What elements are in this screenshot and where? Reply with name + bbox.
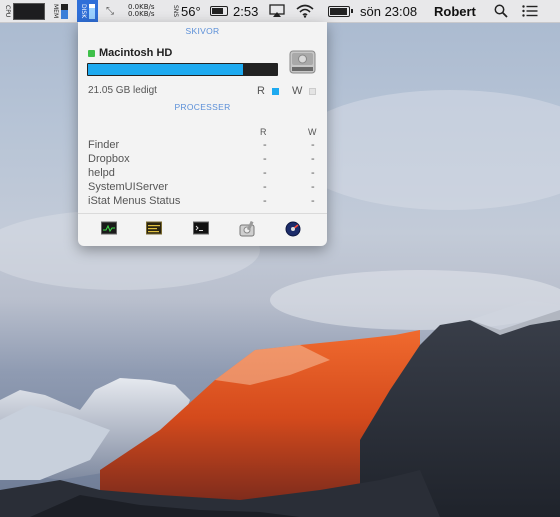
process-row: helpd - -	[88, 167, 318, 180]
disk-write-label: W	[292, 85, 303, 97]
disk-status-dot	[88, 50, 95, 57]
process-write: -	[311, 195, 315, 207]
list-icon[interactable]	[522, 0, 538, 22]
disk-bar-icon	[89, 3, 95, 19]
process-row: iStat Menus Status - -	[88, 195, 318, 208]
cpu-label: CPU	[4, 4, 11, 18]
disk-usage-fill	[88, 64, 243, 75]
memory-menu-item[interactable]: MEM	[52, 0, 68, 22]
sensors-label: SNS	[172, 4, 179, 18]
network-download-rate: 0.0KB/s	[128, 10, 155, 18]
battery-small-icon	[210, 6, 228, 16]
process-write: -	[311, 167, 315, 179]
process-read: -	[263, 139, 267, 151]
network-menu-item[interactable]: ⤡ 0.0KB/s 0.0KB/s	[106, 0, 155, 22]
battery-time: 2:53	[233, 3, 259, 19]
terminal-icon[interactable]	[193, 221, 209, 235]
disk-name: Macintosh HD	[99, 47, 173, 59]
cpu-menu-item[interactable]: CPU	[4, 0, 45, 22]
process-row: Finder - -	[88, 139, 318, 152]
user-menu-item[interactable]: Robert	[434, 0, 476, 22]
cpu-graph-icon	[13, 2, 45, 20]
column-header-r: R	[260, 127, 267, 137]
desktop-wallpaper: CPU MEM DISK ⤡ 0.0KB/s 0.0KB/s SNS 56° 2…	[0, 0, 560, 517]
disk-usage-bar	[87, 63, 278, 76]
process-read: -	[263, 195, 267, 207]
process-read: -	[263, 167, 267, 179]
process-write: -	[311, 139, 315, 151]
process-name: SystemUIServer	[88, 181, 169, 193]
disk-menu-item[interactable]: DISK	[77, 0, 98, 22]
temperature-value: 56°	[181, 3, 201, 19]
sensors-menu-item[interactable]: SNS 56°	[172, 0, 201, 22]
disk-read-label: R	[257, 85, 265, 97]
disk-free-space: 21.05 GB ledigt	[88, 85, 157, 96]
activity-monitor-icon[interactable]	[101, 221, 117, 235]
wifi-icon[interactable]	[296, 0, 314, 22]
network-arrows-icon: ⤡	[106, 5, 114, 17]
clock-text: sön 23:08	[360, 3, 418, 19]
clock-menu-item[interactable]: sön 23:08	[360, 0, 417, 22]
disk-write-indicator	[309, 88, 316, 95]
process-write: -	[311, 181, 315, 193]
disk-dropdown-panel: SKIVOR Macintosh HD 21.05 GB ledigt R W …	[78, 22, 327, 246]
disk-utility-icon[interactable]	[239, 220, 255, 237]
battery-icon[interactable]	[328, 0, 353, 22]
process-name: Dropbox	[88, 153, 130, 165]
process-read: -	[263, 181, 267, 193]
panel-divider	[78, 213, 327, 214]
memory-bar-icon	[61, 3, 68, 19]
disks-section-header: SKIVOR	[185, 26, 220, 36]
istat-icon[interactable]	[285, 221, 301, 237]
search-icon[interactable]	[494, 0, 508, 22]
process-row: Dropbox - -	[88, 153, 318, 166]
menu-bar: CPU MEM DISK ⤡ 0.0KB/s 0.0KB/s SNS 56° 2…	[0, 0, 560, 23]
battery-time-menu-item[interactable]: 2:53	[210, 0, 258, 22]
airplay-icon[interactable]	[269, 0, 285, 22]
process-read: -	[263, 153, 267, 165]
process-name: iStat Menus Status	[88, 195, 181, 207]
process-name: Finder	[88, 139, 120, 151]
console-icon[interactable]	[146, 221, 162, 235]
process-name: helpd	[88, 167, 115, 179]
column-header-w: W	[308, 127, 317, 137]
user-name: Robert	[434, 3, 476, 19]
disk-read-indicator	[272, 88, 279, 95]
memory-label: MEM	[52, 3, 59, 19]
disk-label: DISK	[80, 3, 87, 19]
processes-section-header: PROCESSER	[174, 102, 231, 112]
hard-drive-icon	[289, 49, 316, 76]
process-write: -	[311, 153, 315, 165]
process-row: SystemUIServer - -	[88, 181, 318, 194]
